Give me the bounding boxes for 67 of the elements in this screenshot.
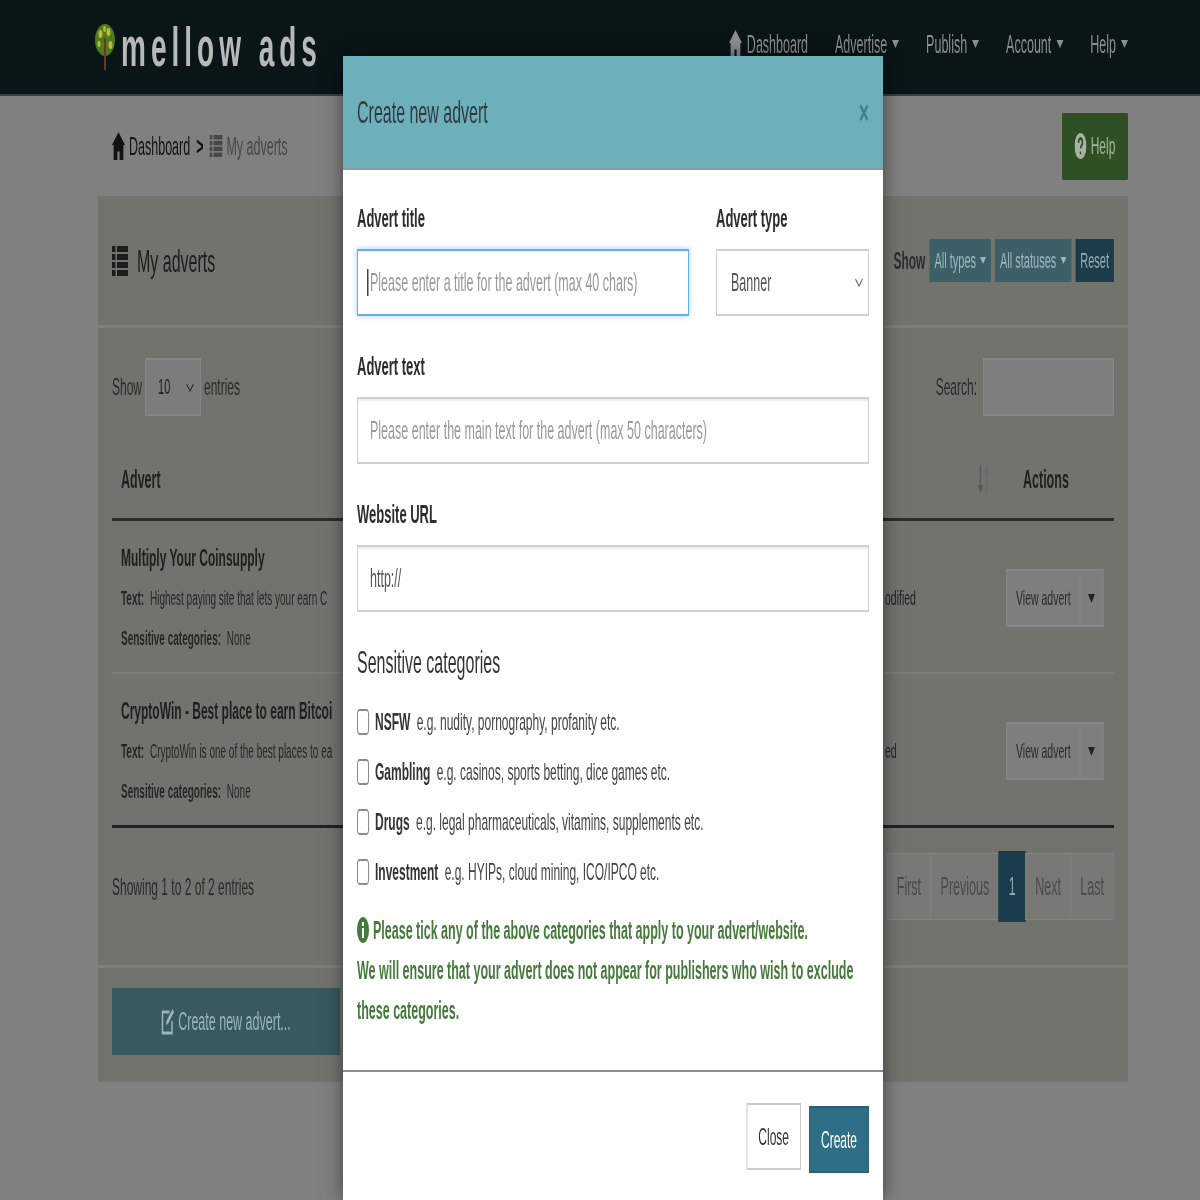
edit-icon bbox=[161, 1007, 175, 1036]
filter-label: Show bbox=[893, 246, 926, 275]
category-label: Drugs e.g. legal pharmaceuticals, vitamins, supplements etc. bbox=[375, 808, 704, 836]
caret-down-icon bbox=[1060, 257, 1067, 264]
list-icon bbox=[209, 135, 223, 157]
table-info: Showing 1 to 2 of 2 entries bbox=[112, 872, 255, 901]
column-header: Actions bbox=[1022, 464, 1069, 494]
caret-down-icon bbox=[1088, 746, 1096, 756]
breadcrumb-link[interactable]: My adverts bbox=[209, 131, 288, 161]
field-label: Website URL bbox=[357, 499, 437, 529]
breadcrumb-link[interactable]: Dashboard bbox=[112, 131, 191, 161]
field-label: Advert type bbox=[716, 203, 788, 233]
status-text: ed bbox=[884, 739, 897, 763]
filter-dropdown[interactable]: All statuses bbox=[995, 239, 1072, 282]
length-label: Show bbox=[112, 373, 142, 401]
search-label: Search: bbox=[935, 373, 977, 401]
advert-categories: Sensitive categories: None bbox=[121, 626, 251, 651]
modal-title: Create new advert bbox=[357, 93, 488, 132]
advert-text: Text: CryptoWin is one of the best places to ea bbox=[121, 739, 333, 764]
caret-down-icon bbox=[1088, 593, 1096, 603]
pagination-button[interactable]: 1 bbox=[998, 851, 1026, 922]
create-button[interactable]: Create bbox=[809, 1106, 869, 1173]
help-button[interactable]: Help bbox=[1062, 112, 1128, 180]
logo-text[interactable]: mellow ads bbox=[121, 19, 322, 75]
text-input[interactable]: Please enter a title for the advert (max 40 chars) bbox=[357, 249, 689, 316]
advert-categories: Sensitive categories: None bbox=[121, 779, 251, 804]
breadcrumb-separator: > bbox=[196, 131, 204, 161]
tree-icon bbox=[95, 24, 115, 70]
field-label: Advert text bbox=[357, 351, 425, 381]
create-advert-button[interactable]: Create new advert... bbox=[112, 988, 340, 1055]
nav-link[interactable]: Help bbox=[1090, 29, 1128, 59]
nav-link[interactable]: Publish bbox=[926, 29, 980, 59]
text-cursor bbox=[367, 269, 369, 296]
column-header: Advert bbox=[120, 464, 161, 494]
advert-text: Text: Highest paying site that lets your earn C bbox=[121, 586, 328, 611]
advert-title: CryptoWin - Best place to earn Bitcoi bbox=[121, 696, 333, 726]
checkbox[interactable] bbox=[357, 859, 369, 885]
list-icon bbox=[112, 245, 128, 276]
filter-dropdown[interactable]: All types bbox=[929, 239, 991, 282]
section-heading: Sensitive categories bbox=[357, 643, 502, 682]
info-icon bbox=[357, 917, 369, 943]
help-icon bbox=[1074, 133, 1087, 159]
field-label: Advert title bbox=[357, 203, 425, 233]
category-label: Gambling e.g. casinos, sports betting, dice games etc. bbox=[375, 758, 671, 786]
text-input[interactable]: http:// bbox=[357, 545, 869, 612]
caret-down-icon bbox=[980, 257, 986, 264]
select-field[interactable]: Banner bbox=[716, 249, 869, 316]
checkbox[interactable] bbox=[357, 709, 369, 735]
nav-link[interactable]: Account bbox=[1006, 29, 1064, 59]
close-button[interactable]: Close bbox=[746, 1103, 801, 1170]
category-label: NSFW e.g. nudity, pornography, profanity etc. bbox=[375, 708, 620, 736]
advert-title: Multiply Your Coinsupply bbox=[121, 543, 265, 573]
checkbox[interactable] bbox=[357, 809, 369, 835]
sort-icon bbox=[977, 465, 990, 493]
length-suffix: entries bbox=[204, 373, 241, 401]
nav-link[interactable]: Advertise bbox=[835, 29, 900, 59]
reset-button[interactable]: Reset bbox=[1075, 239, 1114, 282]
home-icon bbox=[112, 132, 125, 160]
category-label: Investment e.g. HYIPs, cloud mining, ICO/IPCO etc. bbox=[375, 858, 660, 886]
search-field[interactable] bbox=[983, 358, 1114, 416]
text-input[interactable]: Please enter the main text for the advert (max 50 characters) bbox=[357, 397, 869, 464]
info-message: Please tick any of the above categories that apply to your advert/website. bbox=[373, 915, 808, 946]
checkbox[interactable] bbox=[357, 759, 369, 785]
page-length-select[interactable]: 10 bbox=[145, 358, 201, 416]
panel-title: My adverts bbox=[137, 241, 216, 281]
status-text: odified bbox=[884, 586, 916, 610]
info-detail: We will ensure that your advert does not appear for publishers who wish to exclude these categories. bbox=[357, 955, 855, 1026]
